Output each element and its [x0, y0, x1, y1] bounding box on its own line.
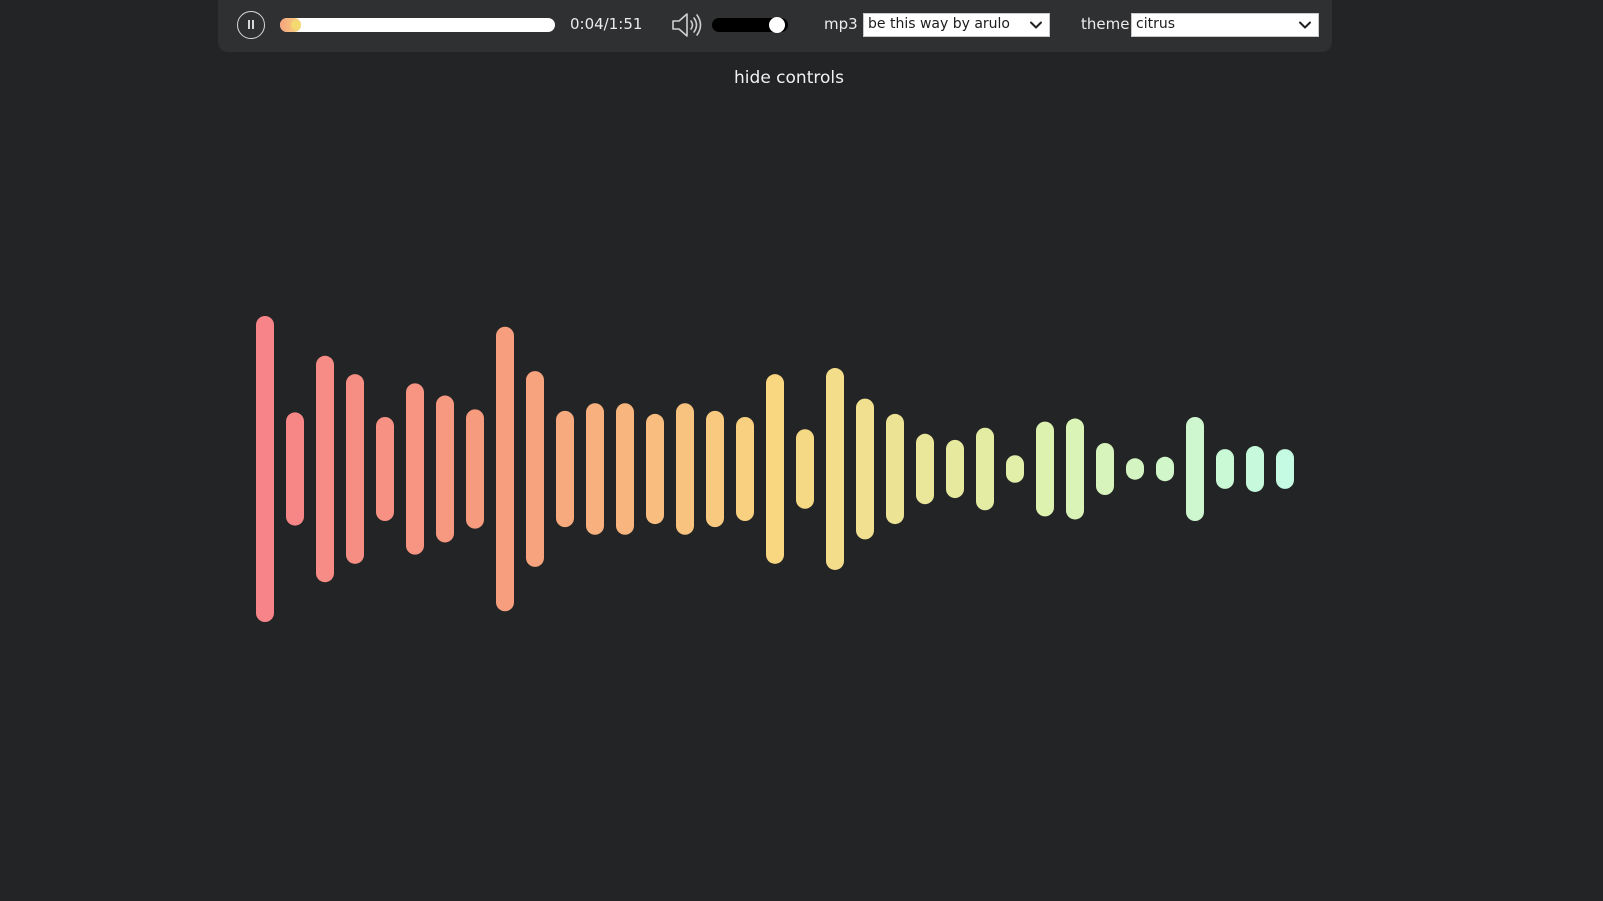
visualizer-bar — [1216, 449, 1234, 489]
visualizer-bar — [916, 433, 934, 505]
visualizer-bar — [256, 316, 274, 622]
visualizer-bar — [556, 410, 574, 528]
visualizer-bar — [1126, 458, 1144, 480]
audio-visualizer — [256, 316, 1294, 622]
visualizer-bar — [586, 403, 604, 535]
visualizer-bar — [796, 429, 814, 509]
visualizer-bar — [706, 410, 724, 528]
visualizer-bar — [376, 416, 394, 522]
visualizer-bar — [946, 439, 964, 499]
visualizer-bar — [646, 413, 664, 525]
visualizer-bar — [766, 374, 784, 564]
visualizer-bar — [1036, 421, 1054, 517]
visualizer-bar — [1006, 455, 1024, 483]
visualizer-bar — [736, 416, 754, 522]
visualizer-bar — [496, 326, 514, 612]
visualizer-bar — [1156, 456, 1174, 482]
visualizer-bar — [826, 368, 844, 570]
visualizer-bar — [1276, 449, 1294, 489]
visualizer-bar — [1096, 442, 1114, 496]
visualizer-bar — [1066, 418, 1084, 520]
visualizer-bar — [616, 403, 634, 535]
visualizer-bar — [1246, 446, 1264, 492]
visualizer-bar — [466, 409, 484, 529]
visualizer-bar — [856, 398, 874, 540]
visualizer-bar — [1186, 416, 1204, 522]
visualizer-bar — [406, 383, 424, 555]
visualizer-bar — [346, 374, 364, 564]
visualizer-bar — [676, 403, 694, 535]
visualizer-bar — [526, 371, 544, 567]
visualizer-bar — [316, 355, 334, 583]
visualizer-bar — [286, 412, 304, 526]
visualizer-bar — [976, 427, 994, 511]
visualizer-bar — [886, 413, 904, 525]
visualizer-bar — [436, 395, 454, 543]
